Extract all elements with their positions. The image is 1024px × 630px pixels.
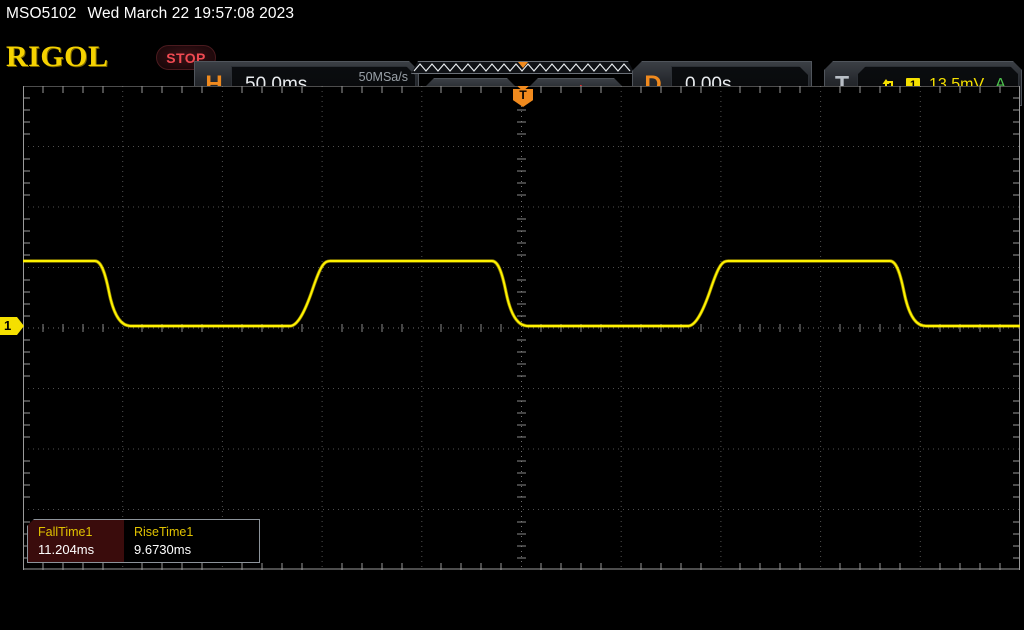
channel1-ground-marker-label: 1: [4, 318, 12, 333]
model-name: MSO5102: [6, 5, 77, 22]
grid-center-ticks: [42, 97, 1001, 559]
trigger-marker-label: T: [519, 88, 527, 102]
measurement-item-falltime[interactable]: FallTime1 11.204ms: [28, 520, 124, 562]
toolbar: RIGOL STOP H 50.0ms 50MSa/s 25Mpts Measu…: [0, 28, 1024, 106]
trigger-position-marker[interactable]: T: [513, 86, 533, 110]
system-datetime: Wed March 22 19:57:08 2023: [87, 5, 295, 22]
sample-rate: 50MSa/s: [358, 70, 408, 84]
channel1-ground-marker-tip: [17, 317, 24, 335]
measurement-value: 9.6730ms: [134, 542, 192, 557]
waveform-display-area[interactable]: [23, 86, 1020, 570]
title-bar: MSO5102 Wed March 22 19:57:08 2023: [0, 0, 1024, 28]
measurement-item-risetime[interactable]: RiseTime1 9.6730ms: [124, 520, 193, 562]
measurement-value: 11.204ms: [38, 542, 95, 557]
oscilloscope-screen: MSO5102 Wed March 22 19:57:08 2023 RIGOL…: [0, 0, 1024, 630]
measurement-label: FallTime1: [38, 525, 93, 539]
measurement-results-box[interactable]: FallTime1 11.204ms RiseTime1 9.6730ms: [27, 519, 260, 563]
waveform-position-strip[interactable]: [411, 61, 635, 74]
rigol-logo: RIGOL: [6, 40, 109, 73]
measurement-label: RiseTime1: [134, 525, 194, 539]
memory-position-marker: [518, 62, 528, 68]
bottom-bar: 1 9.70V 0.00V 2 100mV: [0, 573, 1024, 630]
channel1-ground-marker[interactable]: 1: [0, 317, 24, 335]
grid-horizontal-lines: [23, 146, 1020, 510]
